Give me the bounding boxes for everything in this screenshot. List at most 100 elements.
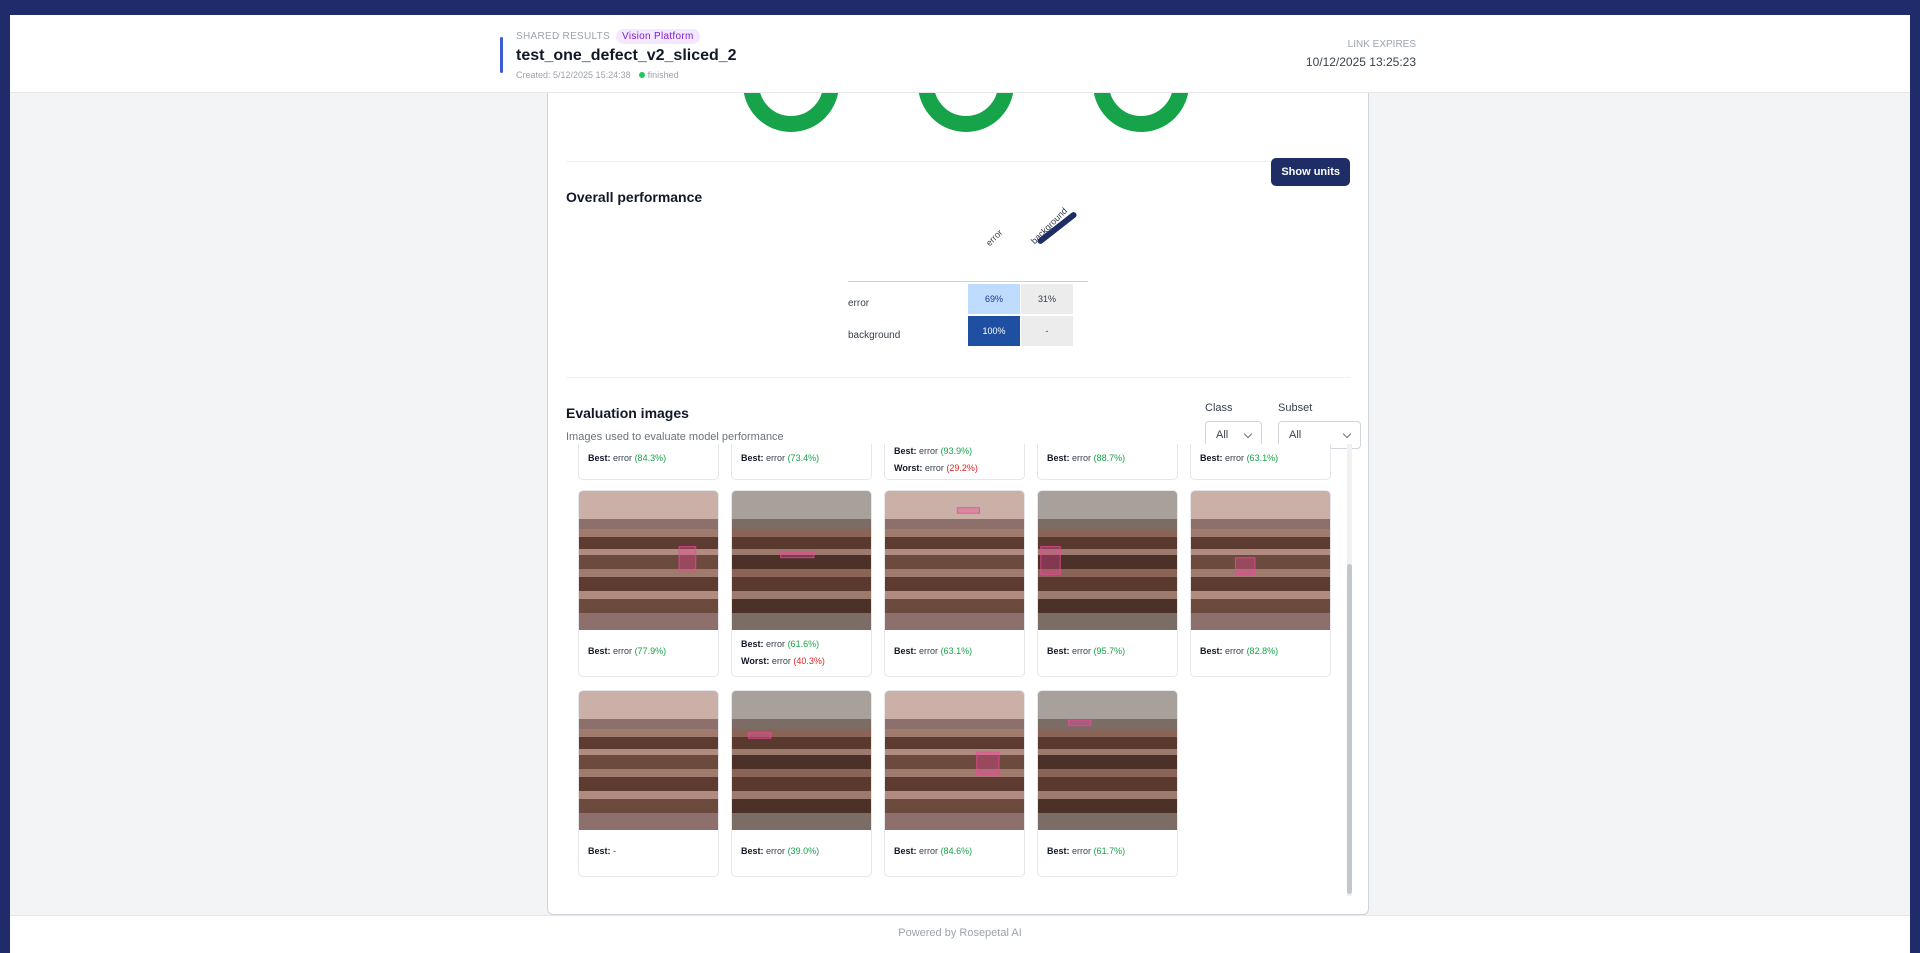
prediction-summary: Best: error (61.7%) bbox=[1047, 843, 1125, 860]
evaluation-image-card[interactable]: Best: error (61.7%) bbox=[1037, 690, 1178, 877]
evaluation-image-card[interactable]: Best: error (84.3%) bbox=[578, 444, 719, 480]
best-confidence: (61.6%) bbox=[787, 639, 820, 649]
best-label: Best: bbox=[1200, 453, 1223, 463]
cm-cell: 31% bbox=[1021, 284, 1073, 314]
best-confidence: (73.4%) bbox=[787, 453, 820, 463]
evaluation-image-card[interactable]: Best: error (93.9%) Worst: error (29.2%) bbox=[884, 444, 1025, 480]
evaluation-image-card[interactable]: Best: error (63.1%) bbox=[884, 490, 1025, 677]
best-line: Best: error (63.1%) bbox=[1200, 450, 1278, 467]
evaluation-image[interactable] bbox=[579, 691, 718, 830]
evaluation-image-card[interactable]: Best: error (77.9%) bbox=[578, 490, 719, 677]
class-select-value: All bbox=[1216, 429, 1229, 441]
shared-results-label: SHARED RESULTS bbox=[516, 31, 611, 42]
evaluation-image-card[interactable]: Best: error (73.4%) bbox=[731, 444, 872, 480]
evaluation-image-card[interactable]: Best: error (95.7%) bbox=[1037, 490, 1178, 677]
prediction-summary: Best: error (93.9%) Worst: error (29.2%) bbox=[894, 444, 978, 477]
prediction-summary: Best: error (95.7%) bbox=[1047, 643, 1125, 660]
best-line: Best: error (84.6%) bbox=[894, 843, 972, 860]
prediction-summary: Best: error (84.3%) bbox=[588, 450, 666, 467]
best-class: error bbox=[766, 846, 786, 856]
divider bbox=[566, 377, 1350, 378]
evaluation-image-card[interactable]: Best: error (61.6%) Worst: error (40.3%) bbox=[731, 490, 872, 677]
best-line: Best: error (88.7%) bbox=[1047, 450, 1125, 467]
worst-line: Worst: error (29.2%) bbox=[894, 460, 978, 477]
prediction-summary: Best: - bbox=[588, 843, 616, 860]
eyebrow: SHARED RESULTS Vision Platform bbox=[516, 29, 700, 44]
best-confidence: (88.7%) bbox=[1093, 453, 1126, 463]
best-label: Best: bbox=[588, 646, 611, 656]
best-label: Best: bbox=[894, 446, 917, 456]
evaluation-image-card[interactable]: Best: - bbox=[578, 690, 719, 877]
evaluation-image[interactable] bbox=[1038, 691, 1177, 830]
evaluation-image-card[interactable]: Best: error (63.1%) bbox=[1190, 444, 1331, 480]
cm-col-error: error bbox=[983, 227, 1005, 248]
evaluation-image-card[interactable]: Best: error (88.7%) bbox=[1037, 444, 1178, 480]
best-confidence: (82.8%) bbox=[1246, 646, 1279, 656]
platform-badge: Vision Platform bbox=[616, 29, 700, 44]
evaluation-image[interactable] bbox=[732, 691, 871, 830]
best-line: Best: error (82.8%) bbox=[1200, 643, 1278, 660]
best-label: Best: bbox=[588, 846, 611, 856]
best-label: Best: bbox=[894, 646, 917, 656]
cm-row-background: background bbox=[848, 330, 901, 341]
chevron-down-icon bbox=[1243, 429, 1253, 438]
cm-cell: 69% bbox=[968, 284, 1020, 314]
best-label: Best: bbox=[741, 453, 764, 463]
best-label: Best: bbox=[1200, 646, 1223, 656]
best-line: Best: error (39.0%) bbox=[741, 843, 819, 860]
show-units-button[interactable]: Show units bbox=[1271, 158, 1350, 186]
best-confidence: (95.7%) bbox=[1093, 646, 1126, 656]
chevron-down-icon bbox=[1342, 429, 1352, 438]
best-confidence: (77.9%) bbox=[634, 646, 667, 656]
best-confidence: (84.3%) bbox=[634, 453, 667, 463]
evaluation-image[interactable] bbox=[885, 491, 1024, 630]
scrollbar[interactable] bbox=[1347, 444, 1352, 896]
evaluation-image-card[interactable]: Best: error (39.0%) bbox=[731, 690, 872, 877]
best-line: Best: error (61.7%) bbox=[1047, 843, 1125, 860]
best-class: error bbox=[1225, 453, 1245, 463]
status-dot-icon bbox=[638, 72, 645, 78]
evaluation-image-card[interactable]: Best: error (84.6%) bbox=[884, 690, 1025, 877]
prediction-summary: Best: error (39.0%) bbox=[741, 843, 819, 860]
best-label: Best: bbox=[1047, 646, 1070, 656]
best-line: Best: error (61.6%) bbox=[741, 636, 825, 653]
best-class: error bbox=[1225, 646, 1245, 656]
best-class: error bbox=[1072, 453, 1092, 463]
best-confidence: (61.7%) bbox=[1093, 846, 1126, 856]
cm-header-rule bbox=[848, 281, 1088, 282]
evaluation-image-card[interactable]: Best: error (82.8%) bbox=[1190, 490, 1331, 677]
evaluation-image[interactable] bbox=[1191, 491, 1330, 630]
evaluation-image[interactable] bbox=[1038, 491, 1177, 630]
best-class: error bbox=[1072, 846, 1092, 856]
prediction-summary: Best: error (82.8%) bbox=[1200, 643, 1278, 660]
best-line: Best: error (84.3%) bbox=[588, 450, 666, 467]
best-line: Best: - bbox=[588, 843, 616, 860]
page-title: test_one_defect_v2_sliced_2 bbox=[516, 47, 737, 64]
evaluation-image[interactable] bbox=[732, 491, 871, 630]
best-class: error bbox=[919, 446, 939, 456]
best-confidence: (63.1%) bbox=[1246, 453, 1279, 463]
best-line: Best: error (93.9%) bbox=[894, 444, 978, 460]
created-date: Created: 5/12/2025 15:24:38 bbox=[516, 70, 631, 80]
meta-line: Created: 5/12/2025 15:24:38 finished bbox=[516, 70, 679, 80]
evaluation-image-grid: Best: error (84.3%) Best: error (73.4%) Be… bbox=[566, 444, 1352, 896]
worst-label: Worst: bbox=[894, 463, 923, 473]
evaluation-image[interactable] bbox=[885, 691, 1024, 830]
prediction-summary: Best: error (88.7%) bbox=[1047, 450, 1125, 467]
footer: Powered by Rosepetal AI bbox=[10, 915, 1910, 953]
scrollbar-thumb[interactable] bbox=[1347, 564, 1352, 894]
best-class: error bbox=[613, 646, 633, 656]
accent-bar bbox=[500, 37, 503, 73]
performance-title: Overall performance bbox=[566, 189, 703, 205]
best-label: Best: bbox=[1047, 846, 1070, 856]
cm-cell: 100% bbox=[968, 316, 1020, 346]
divider bbox=[566, 161, 1350, 162]
evaluation-image[interactable] bbox=[579, 491, 718, 630]
best-line: Best: error (95.7%) bbox=[1047, 643, 1125, 660]
worst-confidence: (29.2%) bbox=[946, 463, 978, 473]
cm-row-error: error bbox=[848, 298, 870, 309]
prediction-summary: Best: error (73.4%) bbox=[741, 450, 819, 467]
evaluation-subtitle: Images used to evaluate model performanc… bbox=[566, 431, 784, 443]
subset-select-value: All bbox=[1289, 429, 1302, 441]
results-card: Overall performance Show units error bac… bbox=[547, 75, 1369, 915]
